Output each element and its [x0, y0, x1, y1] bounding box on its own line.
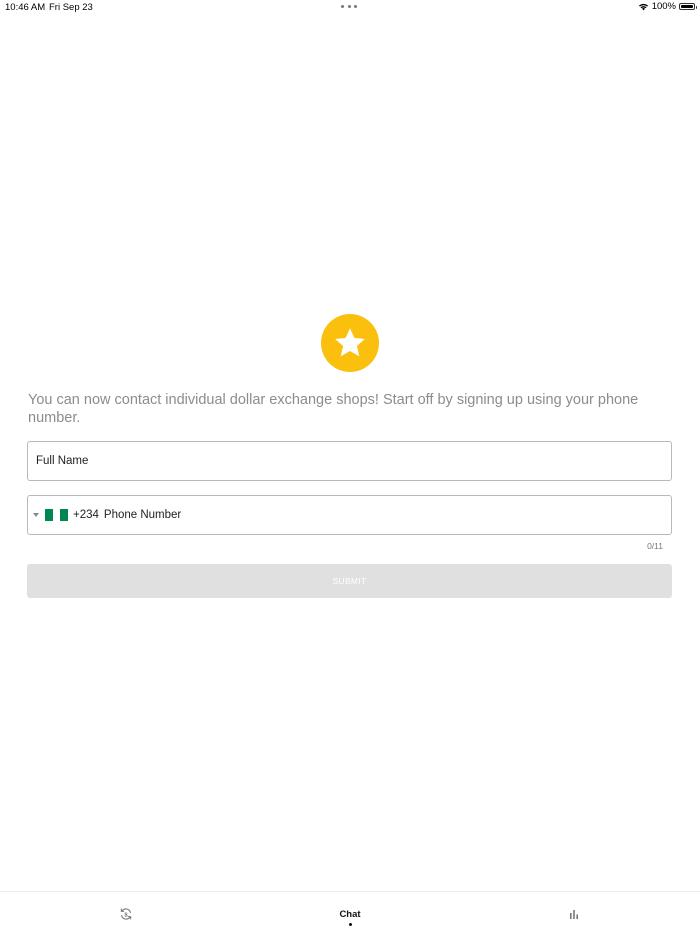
phone-char-counter: 0/11 — [647, 541, 663, 551]
dial-code: +234 — [73, 509, 99, 521]
svg-text:$: $ — [124, 912, 128, 918]
bar-chart-icon — [570, 910, 578, 919]
phone-number-input[interactable] — [103, 496, 671, 534]
status-date: Fri Sep 23 — [49, 2, 93, 13]
submit-button[interactable]: SUBMIT — [27, 564, 672, 598]
tab-bar: $ Chat — [0, 891, 700, 934]
star-icon — [335, 328, 365, 357]
star-badge — [321, 314, 379, 372]
tab-stats[interactable] — [534, 892, 614, 934]
caret-down-icon — [33, 513, 39, 517]
status-bar: 10:46 AM Fri Sep 23 100% — [0, 0, 700, 14]
tab-exchange[interactable]: $ — [86, 892, 166, 934]
status-right: 100% — [638, 1, 697, 12]
status-time: 10:46 AM — [5, 2, 46, 13]
tab-chat[interactable]: Chat — [310, 892, 390, 934]
full-name-field[interactable] — [27, 441, 672, 481]
battery-icon — [679, 3, 697, 10]
nigeria-flag-icon — [45, 509, 69, 521]
currency-exchange-icon: $ — [120, 908, 132, 920]
battery-fill — [681, 5, 693, 8]
active-tab-indicator — [348, 923, 352, 926]
country-code-selector[interactable]: +234 — [28, 496, 104, 534]
multitasking-dots-icon[interactable] — [341, 5, 357, 9]
full-name-input[interactable] — [28, 442, 671, 480]
wifi-icon — [638, 3, 648, 11]
tab-chat-label: Chat — [339, 909, 361, 920]
phone-field[interactable]: +234 — [27, 495, 672, 535]
battery-percent: 100% — [651, 1, 676, 12]
intro-text: You can now contact individual dollar ex… — [28, 392, 639, 426]
